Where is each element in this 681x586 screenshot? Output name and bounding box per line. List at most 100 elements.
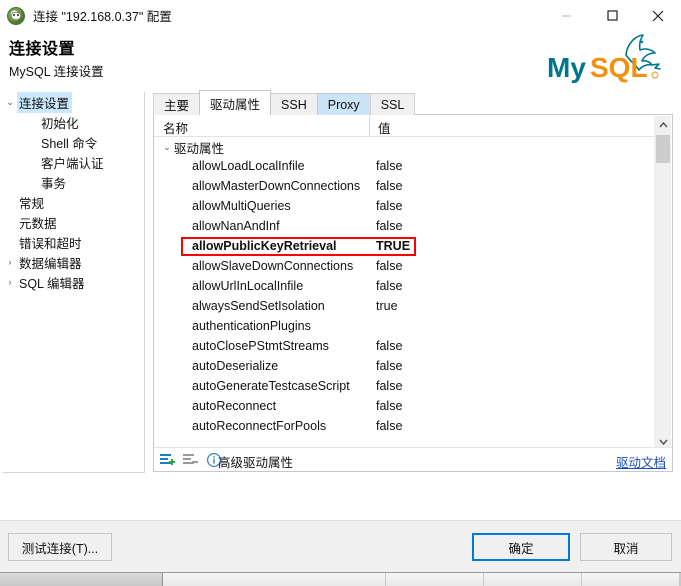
taskbar-item[interactable] <box>484 573 583 586</box>
table-row[interactable]: allowSlaveDownConnections false <box>154 257 656 277</box>
property-value[interactable]: false <box>376 419 402 433</box>
property-value[interactable]: false <box>376 379 402 393</box>
chevron-right-icon[interactable]: › <box>3 257 17 267</box>
table-row[interactable]: autoReconnectForPools false <box>154 417 656 437</box>
table-row[interactable]: allowMultiQueries false <box>154 197 656 217</box>
property-value[interactable]: TRUE <box>376 239 410 253</box>
sidebar-item-initialization[interactable]: 初始化 <box>3 112 144 132</box>
add-rows-icon[interactable] <box>160 452 176 468</box>
property-value[interactable]: false <box>376 159 402 173</box>
taskbar-item[interactable] <box>386 573 485 586</box>
minimize-icon <box>561 15 571 17</box>
mysql-logo: My SQL <box>547 34 661 83</box>
taskbar-item[interactable] <box>162 573 387 586</box>
vertical-scrollbar[interactable] <box>654 116 671 450</box>
dialog-body: ⌄ 连接设置 初始化 Shell 命令 客户端认证 事务 常规 元数据 错误和超… <box>0 88 681 520</box>
sidebar-item-label: 事务 <box>41 176 67 191</box>
cancel-button[interactable]: 取消 <box>580 533 672 561</box>
tab-main[interactable]: 主要 <box>153 93 201 115</box>
close-button[interactable] <box>635 0 681 31</box>
advanced-driver-properties-label[interactable]: 高级驱动属性 <box>218 452 293 471</box>
remove-rows-icon[interactable] <box>183 452 199 468</box>
panel-toolbar: 高级驱动属性 驱动文档 <box>154 447 672 471</box>
chevron-down-icon[interactable]: ⌄ <box>3 97 17 107</box>
property-value[interactable]: false <box>376 199 402 213</box>
chevron-down-icon[interactable]: ⌄ <box>160 142 174 152</box>
property-value[interactable]: false <box>376 179 402 193</box>
properties-table[interactable]: ⌄ 驱动属性 allowLoadLocalInfile false allowM… <box>154 137 656 449</box>
sidebar-item-data-editor[interactable]: › 数据编辑器 <box>3 252 144 272</box>
chevron-right-icon[interactable]: › <box>3 277 17 287</box>
sidebar-item-errors-timeouts[interactable]: 错误和超时 <box>3 232 144 252</box>
table-group-row[interactable]: ⌄ 驱动属性 <box>154 137 656 157</box>
table-row[interactable]: allowNanAndInf false <box>154 217 656 237</box>
sidebar-item-label: SQL 编辑器 <box>19 276 85 291</box>
close-icon <box>652 10 664 21</box>
property-value[interactable]: false <box>376 219 402 233</box>
tab-driver-properties[interactable]: 驱动属性 <box>199 90 272 115</box>
settings-tree[interactable]: ⌄ 连接设置 初始化 Shell 命令 客户端认证 事务 常规 元数据 错误和超… <box>3 92 145 473</box>
sidebar-item-transactions[interactable]: 事务 <box>3 172 144 192</box>
property-name: allowPublicKeyRetrieval <box>192 239 337 253</box>
window-title: 连接 "192.168.0.37" 配置 <box>33 10 172 24</box>
taskbar-item[interactable] <box>582 573 680 586</box>
sidebar-item-label: 连接设置 <box>17 92 73 113</box>
sidebar-item-metadata[interactable]: 元数据 <box>3 212 144 232</box>
sidebar-item-label: 客户端认证 <box>41 156 104 171</box>
property-name: autoReconnect <box>192 399 277 413</box>
test-connection-button[interactable]: 测试连接(T)... <box>8 533 112 561</box>
table-row-highlighted[interactable]: allowPublicKeyRetrieval TRUE <box>154 237 656 257</box>
sidebar-item-label: 数据编辑器 <box>19 256 82 271</box>
dbeaver-icon <box>7 6 25 25</box>
scrollbar-thumb[interactable] <box>656 135 670 163</box>
driver-documentation-link[interactable]: 驱动文档 <box>616 452 666 471</box>
sidebar-item-shell-commands[interactable]: Shell 命令 <box>3 132 144 152</box>
dialog-header: 连接设置 MySQL 连接设置 My SQL <box>0 31 681 88</box>
property-value[interactable]: false <box>376 279 402 293</box>
settings-panel: 主要 驱动属性 SSH Proxy SSL 名称 值 ⌄ 驱动属性 allowL… <box>153 88 675 473</box>
table-row[interactable]: allowMasterDownConnections false <box>154 177 656 197</box>
sidebar-item-connection-settings[interactable]: ⌄ 连接设置 <box>3 92 144 113</box>
title-bar: 连接 "192.168.0.37" 配置 <box>0 0 681 31</box>
page-subtitle: MySQL 连接设置 <box>9 65 104 79</box>
column-divider[interactable] <box>369 116 370 136</box>
maximize-button[interactable] <box>589 0 635 31</box>
sidebar-item-sql-editor[interactable]: › SQL 编辑器 <box>3 272 144 292</box>
taskbar-item[interactable] <box>0 573 163 586</box>
column-header-name[interactable]: 名称 <box>163 118 188 137</box>
page-title: 连接设置 <box>9 41 76 58</box>
property-value[interactable]: false <box>376 339 402 353</box>
tab-ssh[interactable]: SSH <box>270 93 318 115</box>
property-value[interactable]: true <box>376 299 398 313</box>
property-value[interactable]: false <box>376 399 402 413</box>
property-name: allowUrlInLocalInfile <box>192 279 304 293</box>
table-row[interactable]: allowUrlInLocalInfile false <box>154 277 656 297</box>
table-row[interactable]: autoClosePStmtStreams false <box>154 337 656 357</box>
table-row[interactable]: autoDeserialize false <box>154 357 656 377</box>
property-name: allowMultiQueries <box>192 199 291 213</box>
connection-settings-dialog: 连接 "192.168.0.37" 配置 连接设置 MySQL 连接设置 My … <box>0 0 681 586</box>
property-name: autoClosePStmtStreams <box>192 339 329 353</box>
ok-button[interactable]: 确定 <box>472 533 570 561</box>
property-name: authenticationPlugins <box>192 319 311 333</box>
sidebar-item-general[interactable]: 常规 <box>3 192 144 212</box>
property-name: allowSlaveDownConnections <box>192 259 354 273</box>
sidebar-item-client-auth[interactable]: 客户端认证 <box>3 152 144 172</box>
table-row[interactable]: alwaysSendSetIsolation true <box>154 297 656 317</box>
table-row[interactable]: authenticationPlugins <box>154 317 656 337</box>
tab-ssl[interactable]: SSL <box>369 93 416 115</box>
property-value[interactable]: false <box>376 259 402 273</box>
sidebar-item-label: 元数据 <box>19 216 57 231</box>
mysql-logo-sql: SQL <box>590 52 648 83</box>
table-row[interactable]: autoReconnect false <box>154 397 656 417</box>
property-name: alwaysSendSetIsolation <box>192 299 325 313</box>
column-header-value[interactable]: 值 <box>378 118 391 137</box>
scroll-up-button[interactable] <box>655 116 671 133</box>
minimize-button[interactable] <box>543 0 589 31</box>
tab-proxy[interactable]: Proxy <box>316 93 371 115</box>
property-value[interactable]: false <box>376 359 402 373</box>
table-row[interactable]: autoGenerateTestcaseScript false <box>154 377 656 397</box>
dialog-footer: 测试连接(T)... 确定 取消 <box>0 520 681 573</box>
property-name: allowMasterDownConnections <box>192 179 361 193</box>
table-row[interactable]: allowLoadLocalInfile false <box>154 157 656 177</box>
